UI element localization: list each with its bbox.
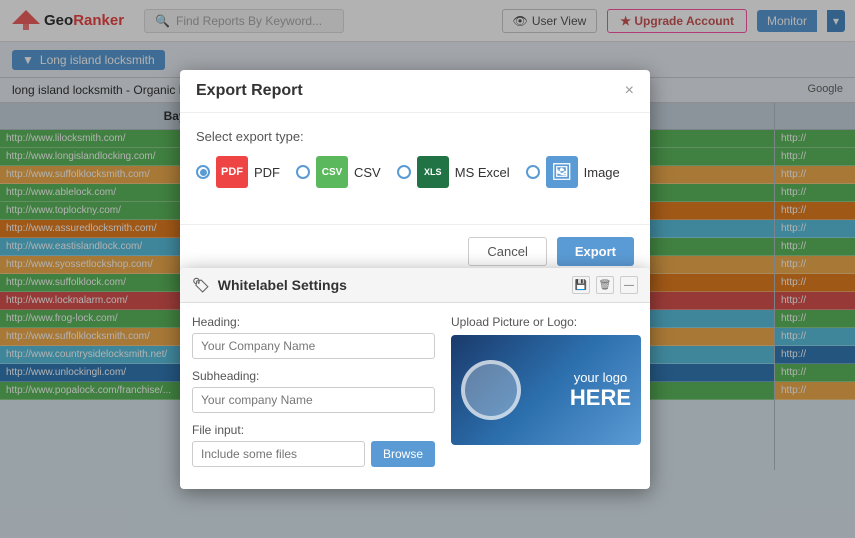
export-button[interactable]: Export bbox=[557, 237, 634, 266]
whitelabel-title: Whitelabel Settings bbox=[218, 277, 347, 293]
pdf-icon: PDF bbox=[216, 156, 248, 188]
file-input-row: Browse bbox=[192, 441, 435, 467]
close-icon[interactable]: × bbox=[625, 82, 634, 100]
csv-icon: CSV bbox=[316, 156, 348, 188]
export-modal-title: Export Report bbox=[196, 82, 303, 100]
excel-icon: XLS bbox=[417, 156, 449, 188]
file-input-field[interactable] bbox=[192, 441, 365, 467]
export-modal-header: Export Report × bbox=[180, 70, 650, 113]
export-modal-body: Select export type: PDF PDF CSV CSV XLS … bbox=[180, 113, 650, 224]
minimize-icon[interactable]: — bbox=[620, 276, 638, 294]
file-input-label: File input: bbox=[192, 423, 435, 437]
export-report-modal: Export Report × Select export type: PDF … bbox=[180, 70, 650, 278]
export-type-label: Select export type: bbox=[196, 129, 634, 144]
upload-label: Upload Picture or Logo: bbox=[451, 315, 641, 329]
subheading-input[interactable] bbox=[192, 387, 435, 413]
radio-pdf[interactable] bbox=[196, 165, 210, 179]
heading-label: Heading: bbox=[192, 315, 435, 329]
csv-label: CSV bbox=[354, 165, 381, 180]
export-options: PDF PDF CSV CSV XLS MS Excel 🖼 Image bbox=[196, 156, 634, 188]
pdf-label: PDF bbox=[254, 165, 280, 180]
logo-text-area: your logo HERE bbox=[570, 370, 631, 411]
subheading-label: Subheading: bbox=[192, 369, 435, 383]
whitelabel-logo-area: Upload Picture or Logo: your logo HERE bbox=[451, 315, 641, 477]
export-option-excel[interactable]: XLS MS Excel bbox=[397, 156, 510, 188]
radio-image[interactable] bbox=[526, 165, 540, 179]
export-option-pdf[interactable]: PDF PDF bbox=[196, 156, 280, 188]
export-option-csv[interactable]: CSV CSV bbox=[296, 156, 381, 188]
tag-icon: 🏷 bbox=[192, 277, 210, 294]
image-label: Image bbox=[584, 165, 620, 180]
subheading-group: Subheading: bbox=[192, 369, 435, 413]
file-input-group: File input: Browse bbox=[192, 423, 435, 467]
excel-label: MS Excel bbox=[455, 165, 510, 180]
whitelabel-header: 🏷 Whitelabel Settings 💾 🗑 — bbox=[180, 268, 650, 303]
cancel-button[interactable]: Cancel bbox=[468, 237, 546, 266]
logo-small-text: your logo bbox=[570, 370, 631, 385]
image-icon: 🖼 bbox=[546, 156, 578, 188]
whitelabel-modal: 🏷 Whitelabel Settings 💾 🗑 — Heading: Sub… bbox=[180, 268, 650, 489]
delete-icon[interactable]: 🗑 bbox=[596, 276, 614, 294]
whitelabel-form: Heading: Subheading: File input: Browse bbox=[192, 315, 435, 477]
browse-button[interactable]: Browse bbox=[371, 441, 435, 467]
radio-csv[interactable] bbox=[296, 165, 310, 179]
radio-excel[interactable] bbox=[397, 165, 411, 179]
whitelabel-body: Heading: Subheading: File input: Browse … bbox=[180, 303, 650, 489]
heading-input[interactable] bbox=[192, 333, 435, 359]
whitelabel-title-area: 🏷 Whitelabel Settings bbox=[192, 277, 347, 294]
export-option-image[interactable]: 🖼 Image bbox=[526, 156, 620, 188]
heading-group: Heading: bbox=[192, 315, 435, 359]
logo-circle-decoration bbox=[461, 360, 521, 420]
logo-big-text: HERE bbox=[570, 385, 631, 411]
whitelabel-controls: 💾 🗑 — bbox=[572, 276, 638, 294]
save-icon[interactable]: 💾 bbox=[572, 276, 590, 294]
logo-preview: your logo HERE bbox=[451, 335, 641, 445]
